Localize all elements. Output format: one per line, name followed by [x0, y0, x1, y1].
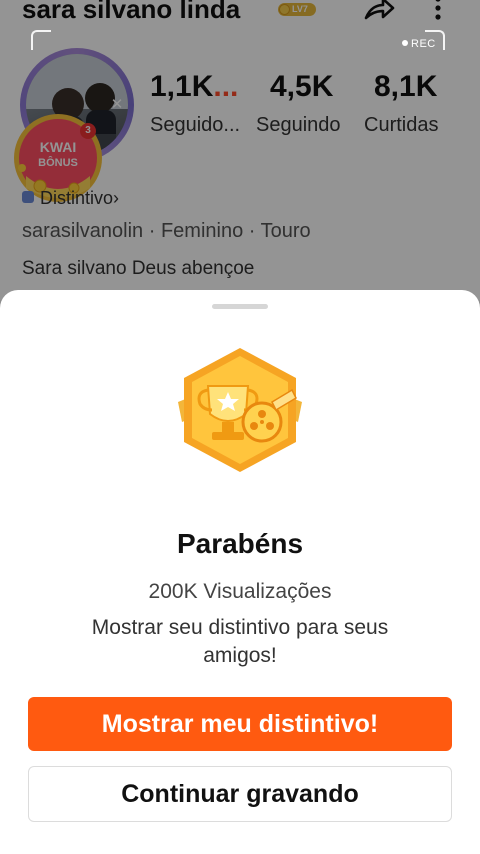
sheet-drag-handle[interactable]: [212, 304, 268, 309]
recording-indicator: REC: [402, 38, 436, 50]
sheet-description: Mostrar seu distintivo para seus amigos!: [91, 616, 389, 667]
sheet-title: Parabéns: [176, 528, 304, 559]
record-dot-icon: [402, 40, 408, 46]
recording-frame: [31, 30, 445, 78]
show-badge-button[interactable]: Mostrar meu distintivo!: [28, 697, 452, 751]
sheet-subtitle: 200K Visualizações: [148, 580, 332, 603]
continue-recording-button[interactable]: Continuar gravando: [28, 766, 452, 822]
trophy-film-badge-icon: [178, 348, 302, 472]
